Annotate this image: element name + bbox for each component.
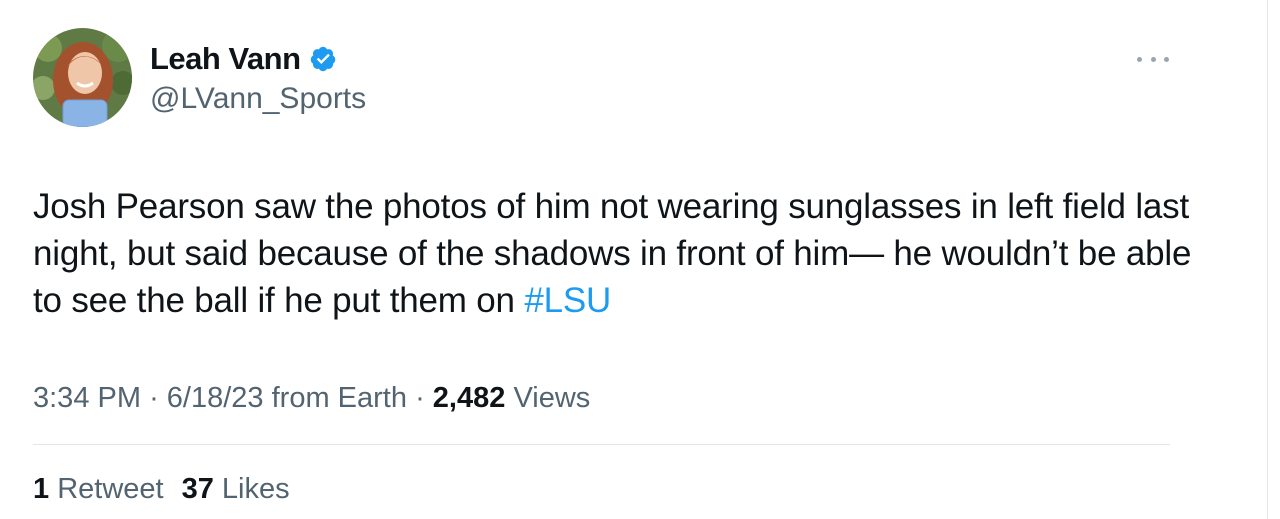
tweet-meta: 3:34 PM · 6/18/23 from Earth · 2,482 Vie… xyxy=(33,379,590,417)
engagement-stats: 1 Retweet 37 Likes xyxy=(33,470,290,508)
author-display-name[interactable]: Leah Vann xyxy=(150,40,301,78)
more-dot xyxy=(1150,56,1156,62)
tweet-text: Josh Pearson saw the photos of him not w… xyxy=(33,183,1213,324)
avatar[interactable] xyxy=(33,28,132,127)
tweet-card: Leah Vann @LVann_Sports Josh Pearson saw… xyxy=(0,0,1280,519)
scrollbar-track xyxy=(1267,0,1280,519)
author-name-row: Leah Vann xyxy=(150,40,337,78)
likes-label: Likes xyxy=(221,473,290,505)
more-dot xyxy=(1137,56,1142,62)
likes-count: 37 xyxy=(181,473,214,505)
tweet-date[interactable]: 6/18/23 xyxy=(167,382,264,414)
views-label: Views xyxy=(513,382,591,414)
meta-separator: · xyxy=(149,382,159,414)
more-options-icon[interactable] xyxy=(1137,52,1169,66)
author-handle[interactable]: @LVann_Sports xyxy=(150,80,366,118)
retweets-label: Retweet xyxy=(57,473,164,505)
meta-separator: · xyxy=(415,382,425,414)
likes-stat[interactable]: 37 Likes xyxy=(182,470,290,508)
tweet-body: Josh Pearson saw the photos of him not w… xyxy=(33,187,1192,320)
retweets-stat[interactable]: 1 Retweet xyxy=(33,470,164,508)
views-count: 2,482 xyxy=(432,382,506,414)
avatar-photo xyxy=(33,28,132,127)
retweets-count: 1 xyxy=(33,473,50,505)
verified-badge-icon xyxy=(310,46,335,72)
tweet-time[interactable]: 3:34 PM xyxy=(33,382,141,414)
more-dot xyxy=(1164,56,1169,62)
hashtag-link[interactable]: #LSU xyxy=(524,281,611,320)
divider xyxy=(33,444,1170,445)
tweet-source: from Earth xyxy=(271,382,407,414)
